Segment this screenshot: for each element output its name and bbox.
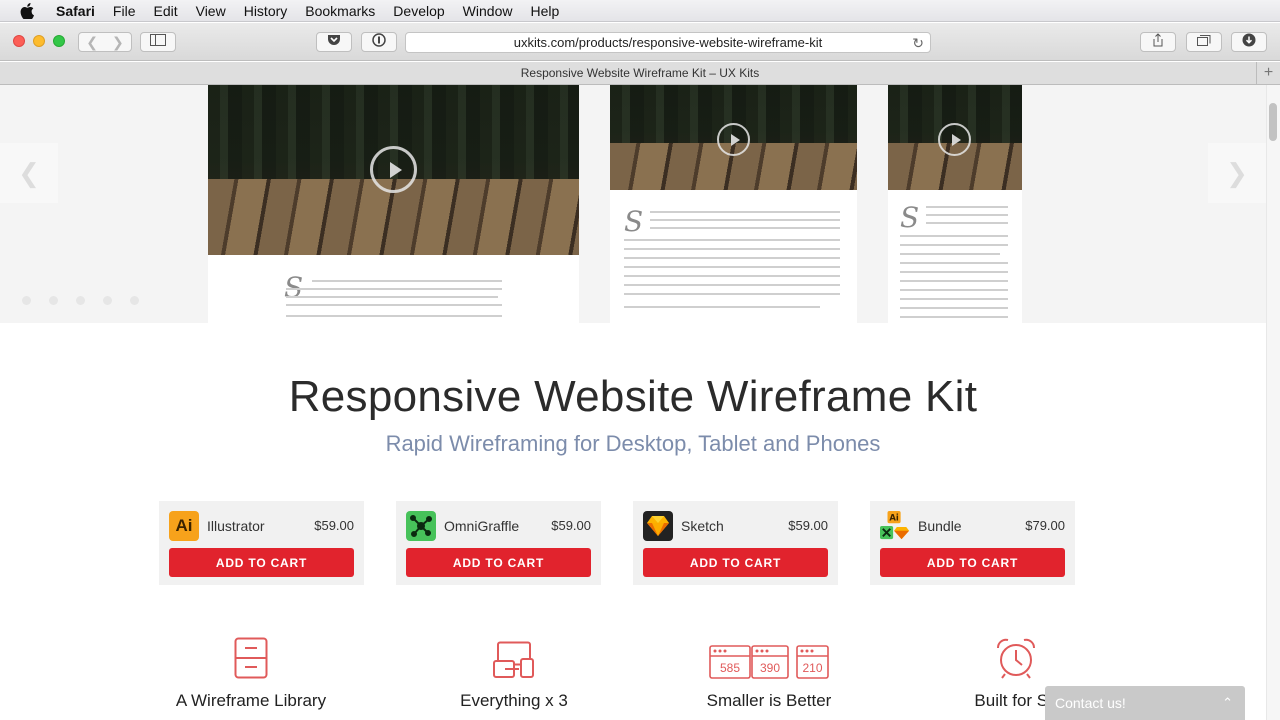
carousel-dot[interactable] <box>76 296 85 305</box>
add-to-cart-sketch-button[interactable]: ADD TO CART <box>643 548 828 577</box>
carousel-next-arrow[interactable]: ❯ <box>1208 143 1266 203</box>
pocket-icon <box>327 33 341 51</box>
pocket-button[interactable] <box>316 32 352 52</box>
downloads-button[interactable] <box>1231 32 1267 52</box>
illustrator-icon: Ai <box>169 511 199 541</box>
play-icon[interactable] <box>717 123 750 156</box>
tablet-mockup-card: S <box>610 85 857 323</box>
back-icon[interactable]: ❮ <box>86 34 98 51</box>
file-sizes-icon: 585 390 210 <box>649 635 889 679</box>
menu-window[interactable]: Window <box>463 3 513 19</box>
apple-icon[interactable] <box>20 2 38 19</box>
placeholder-image-letter: S <box>624 205 644 238</box>
feature-wireframe-library: A Wireframe Library <box>131 635 371 711</box>
placeholder-image-letter: S <box>900 201 920 234</box>
carousel-dot[interactable] <box>130 296 139 305</box>
macos-menubar: Safari File Edit View History Bookmarks … <box>0 0 1280 22</box>
carousel-dot[interactable] <box>103 296 112 305</box>
chevron-up-icon[interactable]: ⌃ <box>1222 695 1233 711</box>
play-icon[interactable] <box>938 123 971 156</box>
omnigraffle-icon <box>406 511 436 541</box>
product-card-sketch: Sketch $59.00 ADD TO CART <box>633 501 838 585</box>
feature-label: Smaller is Better <box>706 691 832 710</box>
product-price: $79.00 <box>1025 518 1065 533</box>
close-window-button[interactable] <box>13 35 25 47</box>
product-price: $59.00 <box>551 518 591 533</box>
tab-bar: Responsive Website Wireframe Kit – UX Ki… <box>0 62 1280 85</box>
desktop-mockup-card: S <box>208 85 579 323</box>
menu-bookmarks[interactable]: Bookmarks <box>305 3 375 19</box>
menu-file[interactable]: File <box>113 3 136 19</box>
product-price: $59.00 <box>788 518 828 533</box>
product-card-omnigraffle: OmniGraffle $59.00 ADD TO CART <box>396 501 601 585</box>
page-scrollbar[interactable] <box>1266 85 1280 720</box>
carousel-dot[interactable] <box>22 296 31 305</box>
hero-carousel: ❮ ❯ S S <box>0 85 1266 323</box>
bundle-icon: Ai <box>880 511 910 541</box>
share-icon <box>1152 32 1164 52</box>
feature-label: A Wireframe Library <box>175 691 327 710</box>
size-number: 210 <box>802 661 822 675</box>
product-name: Bundle <box>918 518 962 534</box>
feature-everything-x3: Everything x 3 <box>394 635 634 711</box>
product-name: Illustrator <box>207 518 265 534</box>
carousel-dot[interactable] <box>49 296 58 305</box>
url-text: uxkits.com/products/responsive-website-w… <box>513 35 823 50</box>
product-price: $59.00 <box>314 518 354 533</box>
feature-label: Everything x 3 <box>460 691 568 710</box>
svg-text:Ai: Ai <box>889 512 899 522</box>
address-bar[interactable]: uxkits.com/products/responsive-website-w… <box>405 32 931 53</box>
back-forward-buttons[interactable]: ❮ ❯ <box>78 32 132 52</box>
page-title: Responsive Website Wireframe Kit <box>288 372 978 421</box>
new-tab-icon[interactable]: + <box>1256 62 1280 84</box>
fullscreen-window-button[interactable] <box>53 35 65 47</box>
menu-app-safari[interactable]: Safari <box>56 3 95 19</box>
carousel-prev-arrow[interactable]: ❮ <box>0 143 58 203</box>
sidebar-icon <box>150 33 166 51</box>
product-name: Sketch <box>681 518 724 534</box>
phone-video-thumbnail[interactable] <box>888 85 1022 190</box>
desktop-video-thumbnail[interactable] <box>208 85 579 255</box>
menu-develop[interactable]: Develop <box>393 3 444 19</box>
scrollbar-thumb[interactable] <box>1269 103 1277 141</box>
reload-icon[interactable]: ↻ <box>912 35 924 52</box>
menu-help[interactable]: Help <box>530 3 559 19</box>
product-card-bundle: Ai Bundle $79.00 ADD TO CART <box>870 501 1075 585</box>
active-tab-title[interactable]: Responsive Website Wireframe Kit – UX Ki… <box>521 66 760 80</box>
sidebar-toggle-button[interactable] <box>140 32 176 52</box>
add-to-cart-bundle-button[interactable]: ADD TO CART <box>880 548 1065 577</box>
sketch-icon <box>643 511 673 541</box>
onepassword-icon <box>372 32 386 52</box>
library-cabinet-icon <box>131 635 371 679</box>
tablet-video-thumbnail[interactable] <box>610 85 857 190</box>
download-icon <box>1242 33 1256 52</box>
onepassword-button[interactable] <box>361 32 397 52</box>
devices-icon <box>394 635 634 679</box>
share-button[interactable] <box>1140 32 1176 52</box>
forward-icon[interactable]: ❯ <box>112 34 124 51</box>
add-to-cart-omnigraffle-button[interactable]: ADD TO CART <box>406 548 591 577</box>
alarm-clock-icon <box>896 635 1136 679</box>
contact-us-widget[interactable]: Contact us! ⌃ <box>1045 686 1245 720</box>
play-icon[interactable] <box>370 146 417 193</box>
feature-smaller-is-better: 585 390 210 Smaller is Better <box>649 635 889 711</box>
tabs-icon <box>1197 33 1211 51</box>
tabs-overview-button[interactable] <box>1186 32 1222 52</box>
add-to-cart-illustrator-button[interactable]: ADD TO CART <box>169 548 354 577</box>
carousel-pagination <box>22 296 139 305</box>
minimize-window-button[interactable] <box>33 35 45 47</box>
size-number: 585 <box>720 661 740 675</box>
menu-view[interactable]: View <box>196 3 226 19</box>
web-page: ❮ ❯ S S Responsive Website Wireframe Kit… <box>0 85 1266 720</box>
size-number: 390 <box>760 661 780 675</box>
menu-history[interactable]: History <box>244 3 288 19</box>
phone-mockup-card: S <box>888 85 1022 323</box>
contact-label: Contact us! <box>1055 695 1126 711</box>
product-name: OmniGraffle <box>444 518 520 534</box>
page-subtitle: Rapid Wireframing for Desktop, Tablet an… <box>385 431 881 456</box>
product-card-illustrator: Ai Illustrator $59.00 ADD TO CART <box>159 501 364 585</box>
menu-edit[interactable]: Edit <box>153 3 177 19</box>
